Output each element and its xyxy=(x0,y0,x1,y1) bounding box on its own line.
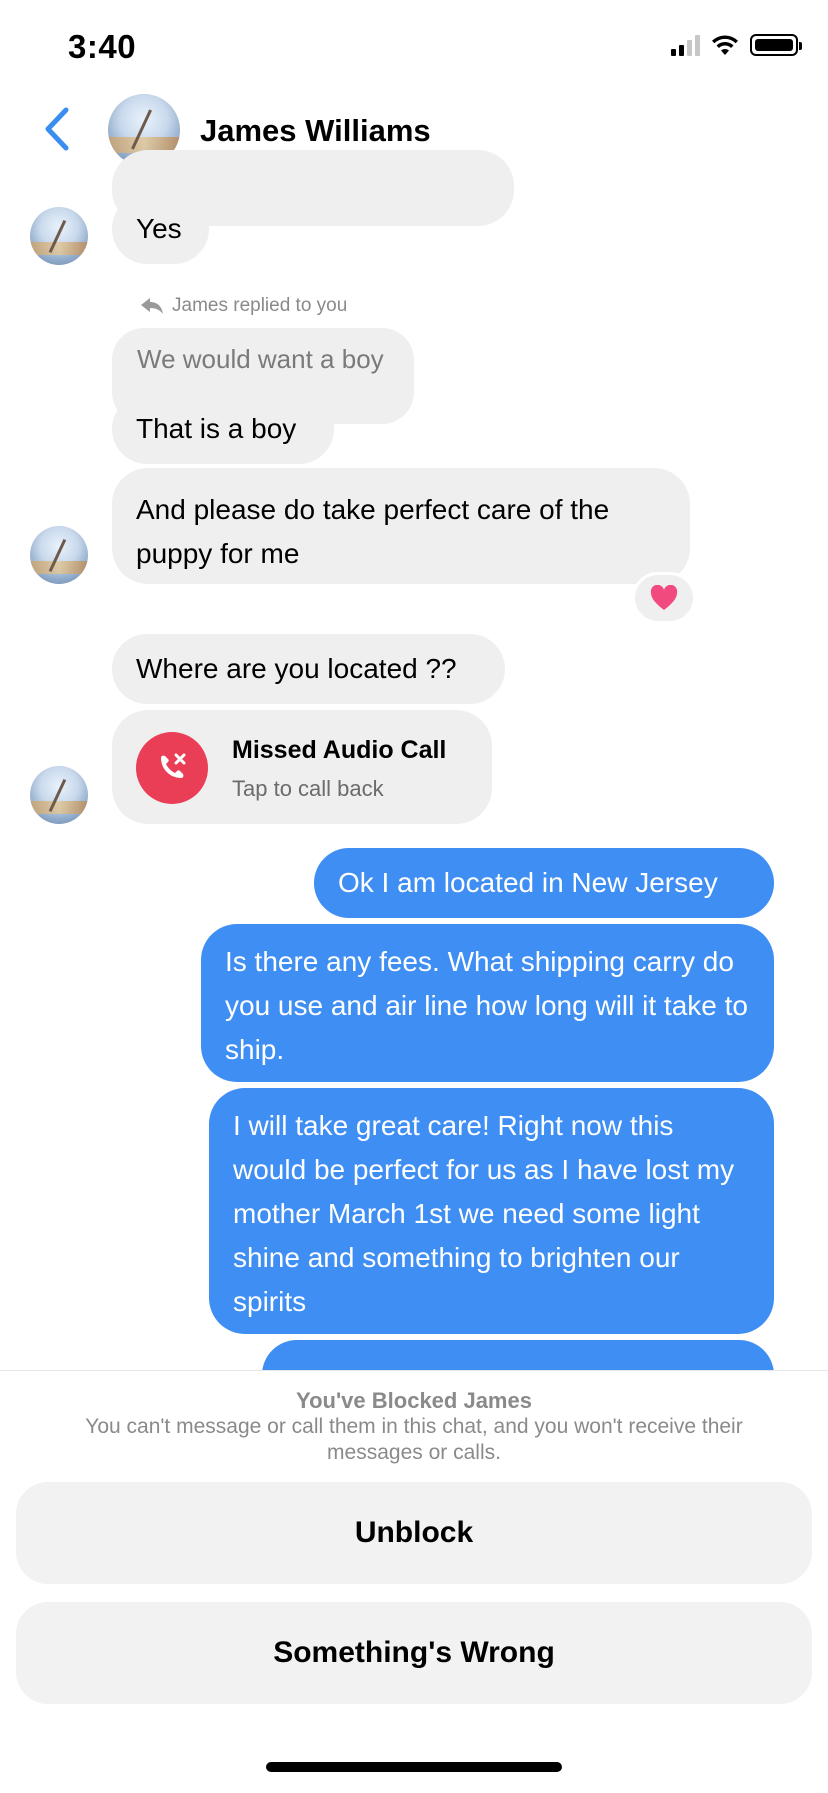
cellular-signal-icon xyxy=(671,34,700,56)
reply-arrow-icon xyxy=(141,298,163,314)
status-time: 3:40 xyxy=(68,28,137,65)
sent-message-bubble[interactable]: Is there any fees. What shipping carry d… xyxy=(201,924,774,1082)
missed-call-title: Missed Audio Call xyxy=(232,736,447,764)
sender-avatar[interactable] xyxy=(30,526,88,584)
blocked-description: You can't message or call them in this c… xyxy=(85,1415,743,1464)
blocked-title: You've Blocked James xyxy=(296,1388,532,1413)
missed-call-subtitle: Tap to call back xyxy=(232,776,384,801)
home-indicator[interactable] xyxy=(266,1762,562,1772)
sent-message-bubble[interactable]: I will take great care! Right now this w… xyxy=(209,1088,774,1334)
sender-avatar[interactable] xyxy=(30,207,88,265)
status-icons xyxy=(671,34,802,56)
unblock-button[interactable]: Unblock xyxy=(16,1482,812,1584)
sent-message-bubble[interactable]: Ok I am located in New Jersey xyxy=(314,848,774,918)
reply-indicator: James replied to you xyxy=(140,295,347,317)
reply-label-text: James replied to you xyxy=(172,295,348,316)
contact-name[interactable]: James Williams xyxy=(200,113,431,149)
message-bubble[interactable]: Yes xyxy=(112,194,209,264)
back-chevron-icon[interactable] xyxy=(40,106,74,152)
message-bubble[interactable]: That is a boy xyxy=(112,394,334,464)
battery-icon xyxy=(750,34,802,56)
message-bubble[interactable]: Where are you located ?? xyxy=(112,634,505,704)
sender-avatar[interactable] xyxy=(30,766,88,824)
message-bubble[interactable]: And please do take perfect care of the p… xyxy=(112,468,690,584)
wifi-icon xyxy=(712,35,738,55)
missed-call-card[interactable]: Missed Audio Call Tap to call back xyxy=(112,710,492,824)
missed-call-icon xyxy=(136,732,208,804)
something-wrong-button[interactable]: Something's Wrong xyxy=(16,1602,812,1704)
heart-reaction-icon[interactable] xyxy=(632,572,696,624)
